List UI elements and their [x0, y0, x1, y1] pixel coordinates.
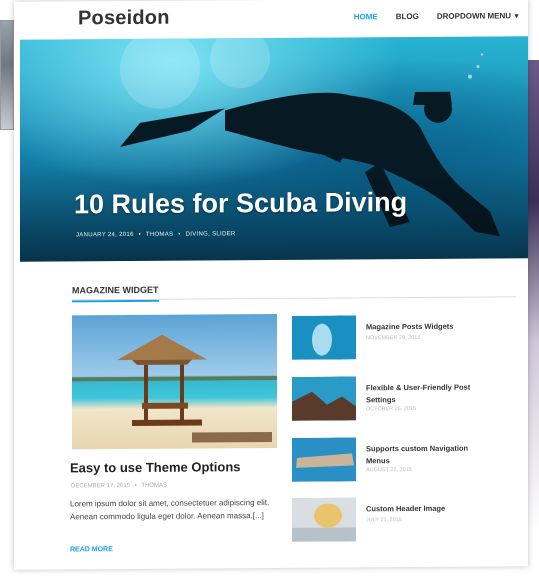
nav-home[interactable]: HOME	[354, 12, 378, 21]
meta-separator: •	[134, 482, 137, 489]
side-post-thumbnail[interactable]	[292, 315, 356, 360]
side-post-thumbnail[interactable]	[292, 497, 356, 542]
side-post-item[interactable]: Magazine Posts Widgets NOVEMBER 28, 2015	[292, 314, 522, 364]
rocky-coast-image	[292, 376, 356, 421]
side-post-title[interactable]: Flexible & User-Friendly Post Settings	[366, 381, 486, 406]
hero-date[interactable]: JANUARY 24, 2016	[76, 232, 134, 238]
main-post-excerpt: Lorem ipsum dolor sit amet, consectetuer…	[70, 498, 270, 521]
hero-author[interactable]: THOMAS	[146, 232, 173, 238]
side-post-title[interactable]: Magazine Posts Widgets	[366, 320, 486, 333]
side-post-date[interactable]: JULY 21, 2015	[366, 517, 402, 523]
hero-categories[interactable]: DIVING, SLIDER	[186, 231, 236, 237]
read-more-link[interactable]: READ MORE	[70, 546, 113, 553]
nav-blog[interactable]: BLOG	[396, 12, 419, 21]
main-post-title[interactable]: Easy to use Theme Options	[70, 459, 241, 475]
main-navigation: HOME BLOG DROPDOWN MENU ▼	[354, 11, 520, 21]
dolphin-image	[292, 315, 356, 360]
side-post-thumbnail[interactable]	[292, 437, 356, 482]
main-post-date[interactable]: DECEMBER 17, 2015	[71, 483, 130, 489]
hero-meta: JANUARY 24, 2016 • THOMAS • DIVING, SLID…	[76, 231, 239, 238]
site-logo[interactable]: Poseidon	[78, 7, 170, 31]
featured-slider[interactable]: 10 Rules for Scuba Diving JANUARY 24, 20…	[20, 36, 528, 262]
side-post-item[interactable]: Supports custom Navigation Menus AUGUST …	[292, 436, 522, 486]
side-post-title[interactable]: Custom Header Image	[366, 502, 486, 515]
website-screenshot: Poseidon HOME BLOG DROPDOWN MENU ▼ 10 Ru…	[14, 0, 528, 570]
seashell-image	[292, 497, 356, 542]
side-post-date[interactable]: NOVEMBER 28, 2015	[366, 335, 420, 341]
main-post-meta: DECEMBER 17, 2015 • THOMAS	[71, 483, 170, 490]
chevron-down-icon: ▼	[513, 13, 520, 21]
main-post-image[interactable]	[72, 313, 277, 450]
side-post-date[interactable]: AUGUST 22, 2015	[366, 467, 412, 473]
side-post-item[interactable]: Flexible & User-Friendly Post Settings O…	[292, 375, 522, 425]
nav-dropdown-menu[interactable]: DROPDOWN MENU ▼	[437, 11, 520, 21]
adjacent-screenshot-left	[0, 20, 14, 130]
side-post-date[interactable]: OCTOBER 26, 2015	[366, 406, 416, 412]
header: Poseidon HOME BLOG DROPDOWN MENU ▼	[14, 0, 528, 40]
nav-dropdown-label: DROPDOWN MENU	[436, 11, 512, 21]
beach-hut-image	[72, 334, 277, 443]
side-post-title[interactable]: Supports custom Navigation Menus	[366, 442, 486, 467]
harbor-town-image	[292, 437, 356, 482]
meta-separator: •	[138, 231, 141, 238]
side-post-thumbnail[interactable]	[292, 376, 356, 421]
main-post-author[interactable]: THOMAS	[141, 483, 167, 489]
meta-separator: •	[178, 231, 181, 238]
hero-title[interactable]: 10 Rules for Scuba Diving	[74, 187, 407, 220]
side-post-item[interactable]: Custom Header Image JULY 21, 2015	[292, 496, 522, 546]
